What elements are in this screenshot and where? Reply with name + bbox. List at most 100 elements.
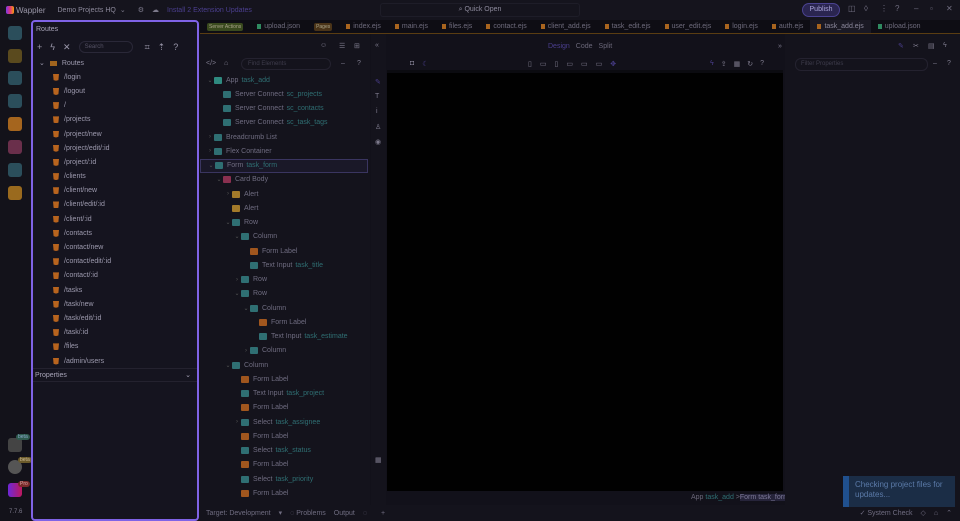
route-item[interactable]: /clients [33, 170, 197, 184]
file-tab[interactable]: files.ejs [435, 20, 479, 33]
laptop-icon[interactable]: ▭ [566, 60, 573, 68]
route-item[interactable]: /contact/:id [33, 269, 197, 283]
file-tab[interactable]: task_edit.ejs [598, 20, 658, 33]
split-mode-tab[interactable]: Split [599, 43, 613, 50]
dark-mode-icon[interactable]: ☾ [422, 60, 428, 68]
outline-icon[interactable]: ☰ [339, 42, 345, 50]
chevron-down-icon[interactable]: ⌄ [207, 162, 215, 169]
components-icon[interactable]: ⌂ [224, 60, 228, 67]
file-tab[interactable]: login.ejs [718, 20, 765, 33]
chevron-down-icon[interactable]: ⌄ [233, 233, 241, 240]
tree-node[interactable]: ⌄ Column [200, 301, 368, 315]
route-item[interactable]: /client/:id [33, 212, 197, 226]
resources-icon[interactable] [8, 140, 22, 154]
database-icon[interactable] [8, 94, 22, 108]
git-icon[interactable] [8, 49, 22, 63]
design-mode-tab[interactable]: Design [548, 43, 570, 50]
qr-icon[interactable]: ▦ [734, 60, 741, 68]
ai-assistant-icon[interactable] [8, 186, 22, 200]
maximize-icon[interactable]: ▫ [930, 4, 933, 13]
add-icon[interactable]: + [37, 42, 42, 52]
routes-root[interactable]: ⌄ Routes [33, 56, 197, 70]
tree-node[interactable]: Form Label [200, 315, 368, 329]
filter-properties-input[interactable]: Filter Properties [795, 58, 928, 71]
chevron-right-icon[interactable]: › [233, 419, 241, 425]
extensions-icon[interactable] [8, 438, 22, 452]
tree-node[interactable]: › Flex Container [200, 144, 368, 158]
cloud-icon[interactable]: ☁ [152, 6, 159, 14]
expand-right-icon[interactable]: » [778, 43, 782, 50]
chevron-down-icon[interactable]: ⌄ [233, 290, 241, 297]
robot-icon[interactable]: ☺ [320, 42, 327, 49]
extension-updates-link[interactable]: Install 2 Extension Updates [167, 7, 252, 14]
chevron-right-icon[interactable]: › [224, 191, 232, 197]
chevron-right-icon[interactable]: › [206, 148, 214, 154]
phone-icon[interactable]: ▯ [528, 60, 532, 68]
routes-search-input[interactable]: Search [78, 41, 133, 53]
help-icon[interactable]: ? [895, 4, 899, 13]
output-button[interactable]: Output [334, 510, 355, 517]
target-selector[interactable]: Target: Development [206, 510, 271, 517]
route-item[interactable]: /contact/edit/:id [33, 255, 197, 269]
route-item[interactable]: /project/edit/:id [33, 141, 197, 155]
file-tab[interactable]: contact.ejs [479, 20, 533, 33]
eye-icon[interactable]: ◉ [375, 138, 381, 146]
move-icon[interactable]: ✥ [610, 60, 616, 68]
info-icon[interactable]: i [376, 108, 378, 115]
theme-icon[interactable]: ◊ [864, 4, 868, 13]
tree-node[interactable]: ⌄ Card Body [200, 173, 368, 187]
publish-button[interactable]: Publish [802, 3, 840, 17]
collapse-left-icon[interactable]: « [375, 42, 379, 49]
tree-node[interactable]: ⌄ Column [200, 358, 368, 372]
tablet-icon[interactable]: ▯ [554, 60, 558, 68]
collapse-icon[interactable]: – [341, 60, 345, 67]
crumb-app[interactable]: App [691, 494, 703, 501]
files-icon[interactable] [8, 26, 22, 40]
route-item[interactable]: /task/:id [33, 326, 197, 340]
route-item[interactable]: /projects [33, 113, 197, 127]
structure-icon[interactable] [8, 71, 22, 85]
help-icon[interactable]: ? [947, 60, 951, 67]
route-item[interactable]: /contact/new [33, 240, 197, 254]
tree-node[interactable]: ⌄ Row [200, 216, 368, 230]
chevron-down-icon[interactable]: ⌄ [224, 362, 232, 369]
tree-node[interactable]: Select task_status [200, 444, 368, 458]
refresh-icon[interactable]: ↻ [747, 60, 753, 68]
chevron-up-icon[interactable]: ⌃ [946, 509, 952, 517]
edit-icon[interactable]: ✎ [375, 78, 381, 86]
css-icon[interactable]: ▤ [928, 42, 935, 50]
layout-icon[interactable]: ◫ [848, 4, 856, 13]
tree-node[interactable]: Text Input task_project [200, 387, 368, 401]
design-canvas[interactable] [387, 73, 783, 491]
chevron-down-icon[interactable]: ⌄ [215, 176, 223, 183]
edit-icon[interactable]: ✎ [898, 42, 904, 50]
collapse-icon[interactable]: – [933, 60, 937, 67]
quick-open[interactable]: ⌕ Quick Open [380, 3, 580, 17]
route-item[interactable]: /login [33, 70, 197, 84]
tree-node[interactable]: › Row [200, 273, 368, 287]
file-tab[interactable]: upload.json [250, 20, 307, 33]
tree-node[interactable]: Form Label [200, 429, 368, 443]
code-mode-tab[interactable]: Code [576, 43, 593, 50]
add-terminal-icon[interactable]: + [381, 510, 385, 517]
tree-node[interactable]: Text Input task_title [200, 258, 368, 272]
crumb-form[interactable]: Form task_form [739, 494, 789, 501]
tree-node[interactable]: Server Connect sc_contacts [200, 102, 368, 116]
delete-icon[interactable]: ✕ [63, 42, 71, 53]
route-item[interactable]: /project/:id [33, 155, 197, 169]
route-item[interactable]: /client/new [33, 184, 197, 198]
tree-node[interactable]: ⌄ App task_add [200, 73, 368, 87]
lightning-icon[interactable]: ϟ [50, 42, 55, 52]
route-item[interactable]: /files [33, 340, 197, 354]
gear-icon[interactable]: ⚙ [138, 6, 144, 14]
code-icon[interactable]: </> [206, 60, 216, 67]
route-item[interactable]: /task/edit/:id [33, 311, 197, 325]
crop-icon[interactable]: ⌗ [145, 42, 150, 53]
route-item[interactable]: /contacts [33, 226, 197, 240]
tree-node[interactable]: Form Label [200, 486, 368, 500]
more-icon[interactable]: ⋮ [880, 4, 888, 13]
chevron-down-icon[interactable]: ⌄ [206, 77, 214, 84]
tree-node[interactable]: Server Connect sc_projects [200, 87, 368, 101]
tree-node[interactable]: Form Label [200, 372, 368, 386]
route-item[interactable]: /tasks [33, 283, 197, 297]
